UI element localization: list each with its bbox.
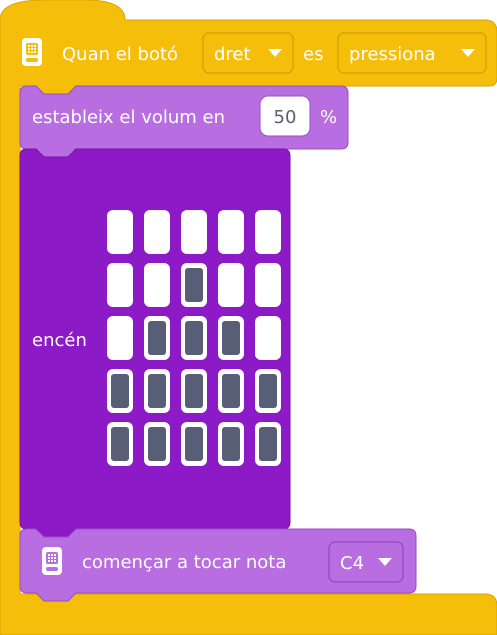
led-cell-0-0[interactable] (107, 210, 133, 254)
volume-block-label: estableix el volum en (32, 107, 225, 128)
note-dropdown-value: C4 (340, 553, 364, 574)
microbit-icon (42, 547, 62, 575)
note-dropdown[interactable]: C4 (328, 541, 404, 583)
led-cell-0-4[interactable] (255, 210, 281, 254)
note-block-label: començar a tocar nota (82, 552, 286, 573)
led-cell-3-1[interactable] (144, 369, 170, 413)
led-cell-2-2[interactable] (181, 316, 207, 360)
led-cell-1-3[interactable] (218, 263, 244, 307)
play-note-block[interactable]: començar a tocar nota C4 (19, 528, 417, 602)
led-cell-3-3[interactable] (218, 369, 244, 413)
state-dropdown-value: pressiona (349, 44, 436, 65)
led-cell-2-3[interactable] (218, 316, 244, 360)
led-cell-3-4[interactable] (255, 369, 281, 413)
led-cell-4-0[interactable] (107, 422, 133, 466)
led-cell-4-4[interactable] (255, 422, 281, 466)
state-dropdown[interactable]: pressiona (337, 32, 487, 74)
led-block-label: encén (32, 330, 87, 351)
led-cell-1-0[interactable] (107, 263, 133, 307)
hat-connector-label: es (303, 44, 323, 65)
block-canvas: Quan el botó dret es pressiona estableix… (0, 0, 497, 635)
led-cell-0-2[interactable] (181, 210, 207, 254)
led-cell-0-1[interactable] (144, 210, 170, 254)
led-cell-1-1[interactable] (144, 263, 170, 307)
led-cell-4-1[interactable] (144, 422, 170, 466)
led-cell-3-2[interactable] (181, 369, 207, 413)
led-cell-1-2[interactable] (181, 263, 207, 307)
led-cell-1-4[interactable] (255, 263, 281, 307)
microbit-icon (22, 38, 42, 66)
led-cell-3-0[interactable] (107, 369, 133, 413)
led-cell-2-4[interactable] (255, 316, 281, 360)
led-cell-2-0[interactable] (107, 316, 133, 360)
volume-unit: % (320, 107, 337, 128)
volume-value: 50 (274, 107, 297, 128)
button-dropdown-value: dret (214, 44, 251, 65)
led-cell-0-3[interactable] (218, 210, 244, 254)
volume-input[interactable]: 50 (259, 95, 311, 137)
set-volume-block[interactable]: estableix el volum en 50 % (19, 85, 349, 158)
led-cell-4-2[interactable] (181, 422, 207, 466)
hat-block-label: Quan el botó (62, 44, 178, 65)
led-cell-2-1[interactable] (144, 316, 170, 360)
led-cell-4-3[interactable] (218, 422, 244, 466)
button-dropdown[interactable]: dret (202, 32, 294, 74)
led-display-block[interactable]: encén (19, 148, 291, 538)
